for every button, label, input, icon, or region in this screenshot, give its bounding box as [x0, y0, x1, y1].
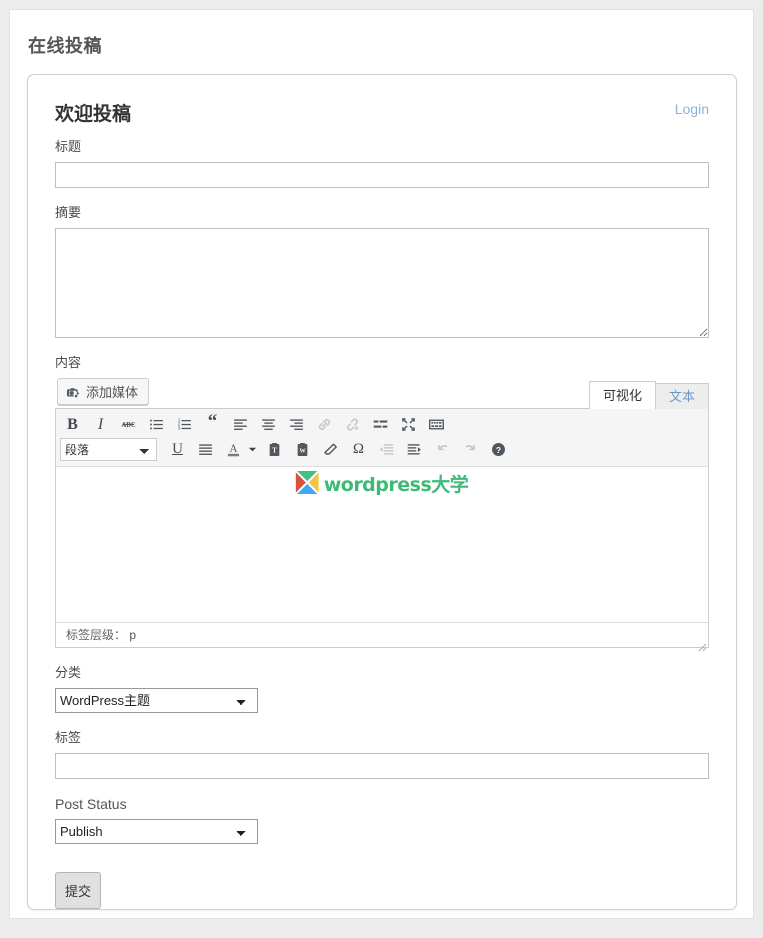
- login-link[interactable]: Login: [675, 101, 709, 117]
- format-select[interactable]: 段落: [60, 438, 157, 461]
- align-center-icon[interactable]: [256, 414, 281, 436]
- align-right-icon[interactable]: [284, 414, 309, 436]
- unlink-icon[interactable]: [340, 414, 365, 436]
- editor-resize-handle[interactable]: [696, 635, 707, 652]
- category-label: 分类: [55, 665, 82, 680]
- title-label: 标题: [55, 139, 82, 154]
- content-editor: 添加媒体 可视化 文本 B I ABC 1 2 3 “ 段落 U A T W Ω…: [55, 378, 709, 652]
- tag-path-label: 标签层级：: [66, 628, 127, 642]
- editor-status-bar: 标签层级： p: [56, 622, 708, 652]
- post-status-label: Post Status: [55, 796, 127, 812]
- bold-icon[interactable]: B: [60, 414, 85, 436]
- strikethrough-icon[interactable]: ABC: [116, 414, 141, 436]
- editor-mode-tabs: 可视化 文本: [588, 381, 709, 409]
- excerpt-textarea[interactable]: [55, 228, 709, 338]
- card-header: 欢迎投稿 Login: [28, 75, 736, 126]
- watermark-text-cn: 大学: [431, 474, 469, 496]
- submission-form: 标题 摘要 内容 添加媒体 可视化 文本 B I ABC 1 2 3 “ 段落 …: [28, 126, 736, 909]
- undo-icon[interactable]: [430, 439, 455, 461]
- special-char-icon[interactable]: Ω: [346, 439, 371, 461]
- fullscreen-icon[interactable]: [396, 414, 421, 436]
- watermark-text-en: wordpress: [323, 474, 432, 496]
- align-justify-icon[interactable]: [193, 439, 218, 461]
- camera-music-icon: [66, 385, 80, 399]
- redo-icon[interactable]: [458, 439, 483, 461]
- editor-content-area[interactable]: wordpress大学: [56, 467, 708, 622]
- card-heading: 欢迎投稿: [55, 104, 132, 125]
- post-status-select[interactable]: Publish: [55, 819, 258, 844]
- editor-toolbar: B I ABC 1 2 3 “ 段落 U A T W Ω ?: [56, 409, 708, 467]
- tags-input[interactable]: [55, 753, 709, 779]
- toolbar-toggle-icon[interactable]: [424, 414, 449, 436]
- svg-text:ABC: ABC: [121, 422, 135, 429]
- submission-form-card: 欢迎投稿 Login 标题 摘要 内容 添加媒体 可视化 文本 B I ABC …: [27, 74, 737, 910]
- paste-from-word-icon[interactable]: W: [290, 439, 315, 461]
- add-media-label: 添加媒体: [86, 385, 139, 400]
- align-left-icon[interactable]: [228, 414, 253, 436]
- link-icon[interactable]: [312, 414, 337, 436]
- editor-box: B I ABC 1 2 3 “ 段落 U A T W Ω ? wordpress…: [55, 408, 709, 652]
- text-color-dropdown-icon[interactable]: [246, 439, 259, 461]
- remove-format-icon[interactable]: [318, 439, 343, 461]
- underline-icon[interactable]: U: [165, 439, 190, 461]
- category-select[interactable]: WordPress主题: [55, 688, 258, 713]
- outdent-icon[interactable]: [374, 439, 399, 461]
- tab-visual[interactable]: 可视化: [588, 381, 656, 409]
- wpdaxue-logo-icon: [295, 469, 320, 497]
- title-input[interactable]: [55, 162, 709, 188]
- editor-toolbar-row-1: B I ABC 1 2 3 “: [60, 412, 704, 437]
- paste-as-text-icon[interactable]: T: [262, 439, 287, 461]
- tab-text[interactable]: 文本: [654, 383, 709, 409]
- page-panel: 在线投稿 欢迎投稿 Login 标题 摘要 内容 添加媒体 可视化 文本 B I…: [9, 9, 754, 919]
- blockquote-icon[interactable]: “: [200, 412, 225, 436]
- svg-text:T: T: [272, 448, 277, 455]
- svg-text:W: W: [299, 448, 306, 455]
- svg-text:?: ?: [496, 445, 501, 455]
- content-label: 内容: [55, 355, 82, 370]
- watermark-text: wordpress大学: [324, 470, 469, 497]
- add-media-button[interactable]: 添加媒体: [57, 378, 150, 405]
- indent-icon[interactable]: [402, 439, 427, 461]
- italic-icon[interactable]: I: [88, 414, 113, 436]
- unordered-list-icon[interactable]: [144, 414, 169, 436]
- help-icon[interactable]: ?: [486, 439, 511, 461]
- svg-text:A: A: [230, 443, 238, 455]
- tags-label: 标签: [55, 730, 82, 745]
- submit-button[interactable]: 提交: [55, 872, 101, 909]
- excerpt-label: 摘要: [55, 205, 82, 220]
- insert-more-icon[interactable]: [368, 414, 393, 436]
- editor-topbar: 添加媒体 可视化 文本: [55, 378, 709, 409]
- wordpress-daxue-watermark: wordpress大学: [295, 469, 469, 497]
- svg-text:3: 3: [178, 426, 181, 431]
- tag-path-value[interactable]: p: [129, 628, 136, 642]
- page-title: 在线投稿: [28, 36, 102, 56]
- ordered-list-icon[interactable]: 1 2 3: [172, 414, 197, 436]
- text-color-icon[interactable]: A: [221, 439, 246, 461]
- editor-toolbar-row-2: 段落 U A T W Ω ?: [60, 437, 704, 462]
